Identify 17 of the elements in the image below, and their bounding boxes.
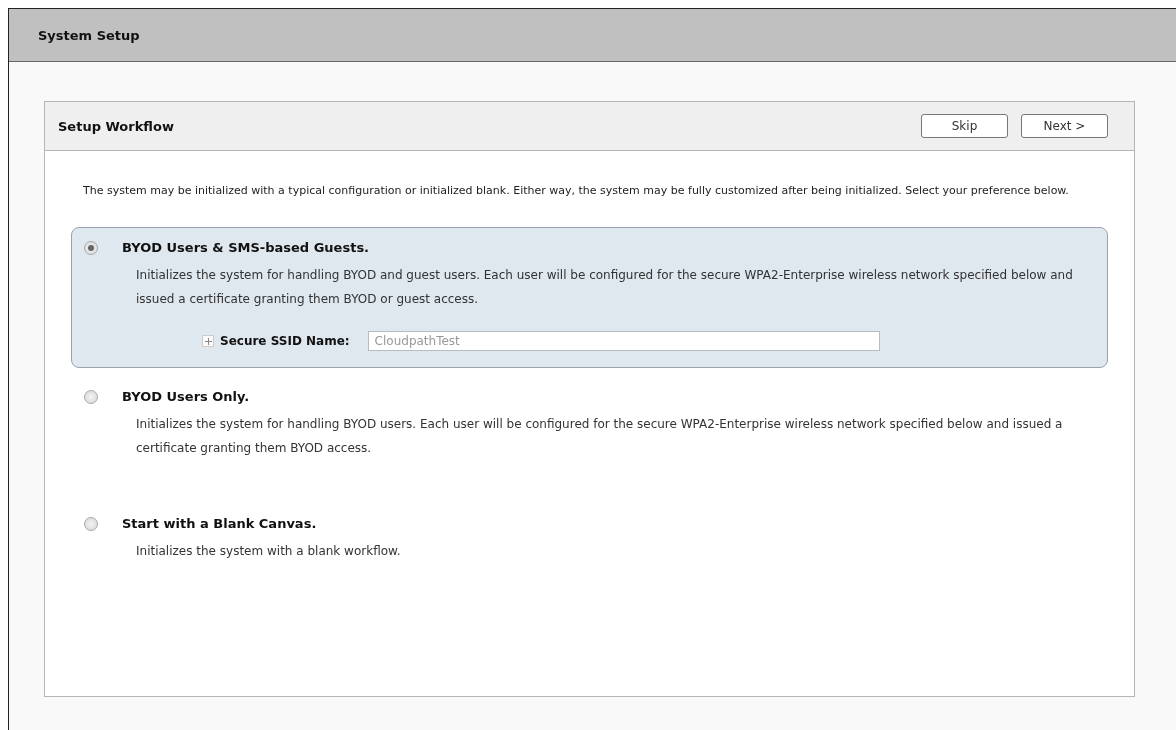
radio-button[interactable] [84, 389, 98, 404]
option-title: BYOD Users & SMS-based Guests. [122, 240, 370, 255]
ssid-input[interactable]: CloudpathTest [367, 331, 880, 351]
option-description: Initializes the system with a blank workflow. [136, 543, 402, 560]
radio-button[interactable] [84, 240, 98, 255]
option-title: Start with a Blank Canvas. [122, 516, 317, 531]
nav-button[interactable]: Skip [921, 114, 1008, 138]
intro-text: The system may be initialized with a typical configuration or initialized blank. Either way, the system may be fully customized after being initialized. Select your preference below. [83, 183, 1070, 199]
nav-button[interactable]: Next > [1021, 114, 1108, 138]
plus-icon[interactable] [202, 335, 214, 347]
panel-title: Setup Workflow [58, 118, 175, 134]
option-description: Initializes the system for handling BYOD users. Each user will be configured for the secure WPA2-Enterprise wireless network specified below and issued a certificate granting them BYOD access. [136, 416, 1064, 457]
option-description: Initializes the system for handling BYOD and guest users. Each user will be configured for the secure WPA2-Enterprise wireless network specified below and issued a certificate granting them BYOD or guest access. [136, 267, 1074, 308]
window-title: System Setup [9, 9, 1176, 62]
radio-button[interactable] [84, 516, 98, 531]
field-label: Secure SSID Name: [220, 334, 350, 348]
option-title: BYOD Users Only. [122, 389, 250, 404]
